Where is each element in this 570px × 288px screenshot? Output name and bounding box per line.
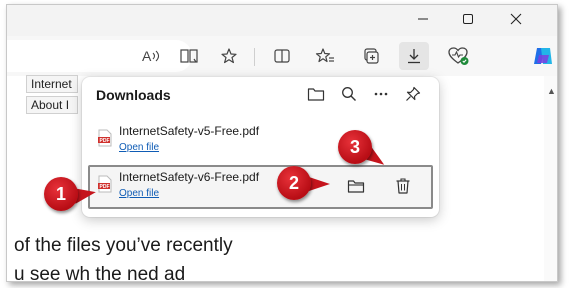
copilot-icon bbox=[531, 45, 555, 67]
downloads-title: Downloads bbox=[96, 87, 171, 103]
show-in-folder-button[interactable] bbox=[343, 175, 369, 201]
split-screen-button[interactable] bbox=[267, 42, 297, 70]
downloads-flyout: Downloads PDF InternetSafety-v5-Free.pdf… bbox=[82, 77, 439, 217]
add-favorite-button[interactable] bbox=[214, 42, 244, 70]
pdf-file-icon: PDF bbox=[98, 129, 112, 147]
split-screen-icon bbox=[273, 47, 291, 65]
close-button[interactable] bbox=[494, 6, 538, 32]
pdf-file-icon: PDF bbox=[98, 175, 112, 193]
download-filename: InternetSafety-v5-Free.pdf bbox=[119, 124, 260, 138]
callout-badge: 1 bbox=[44, 177, 78, 211]
copilot-button[interactable] bbox=[528, 42, 558, 70]
collections-icon bbox=[362, 47, 380, 65]
immersive-reader-button[interactable] bbox=[174, 42, 204, 70]
svg-text:PDF: PDF bbox=[100, 138, 110, 144]
collections-button[interactable] bbox=[356, 42, 386, 70]
folder-icon bbox=[347, 178, 365, 199]
open-file-link[interactable]: Open file bbox=[119, 188, 159, 199]
download-item[interactable]: PDF InternetSafety-v6-Free.pdf Open file bbox=[88, 165, 433, 209]
read-aloud-button[interactable]: A bbox=[136, 42, 166, 70]
minimize-button[interactable] bbox=[401, 6, 445, 32]
downloads-button[interactable] bbox=[399, 42, 429, 70]
page-body-text: u see wh the ned ad bbox=[14, 264, 186, 282]
favorites-button[interactable] bbox=[310, 42, 340, 70]
more-options-icon bbox=[373, 86, 389, 107]
callout-badge: 3 bbox=[338, 130, 372, 164]
search-icon bbox=[341, 86, 357, 107]
svg-text:A: A bbox=[142, 48, 152, 64]
close-icon bbox=[510, 13, 522, 25]
browser-essentials-button[interactable] bbox=[444, 42, 474, 70]
page-tab[interactable]: About I bbox=[26, 96, 78, 114]
scroll-up-arrow-icon[interactable]: ▲ bbox=[547, 86, 556, 96]
pin-icon bbox=[405, 86, 421, 107]
read-aloud-icon: A bbox=[141, 47, 161, 65]
title-bar bbox=[6, 4, 558, 34]
browser-essentials-icon bbox=[448, 46, 470, 66]
page-body-text: of the files you’ve recently bbox=[14, 235, 233, 256]
favorite-star-icon bbox=[220, 47, 238, 65]
folder-icon bbox=[307, 86, 325, 107]
browser-toolbar: A bbox=[6, 36, 558, 76]
delete-download-button[interactable] bbox=[390, 175, 416, 201]
trash-icon bbox=[395, 177, 411, 200]
maximize-icon bbox=[462, 13, 474, 25]
pin-downloads-button[interactable] bbox=[400, 83, 426, 109]
more-options-button[interactable] bbox=[368, 83, 394, 109]
minimize-icon bbox=[417, 13, 429, 25]
open-file-link[interactable]: Open file bbox=[119, 142, 159, 153]
svg-text:PDF: PDF bbox=[100, 184, 110, 190]
download-filename: InternetSafety-v6-Free.pdf bbox=[119, 170, 260, 184]
callout-badge: 2 bbox=[277, 166, 311, 200]
search-downloads-button[interactable] bbox=[336, 83, 362, 109]
immersive-reader-icon bbox=[179, 47, 199, 65]
toolbar-divider bbox=[254, 48, 255, 66]
screenshot-stage: A Internet About I of the files you’ve r… bbox=[0, 0, 570, 288]
downloads-icon bbox=[405, 47, 423, 65]
open-downloads-folder-button[interactable] bbox=[303, 83, 329, 109]
favorites-icon bbox=[315, 47, 335, 65]
page-scrollbar[interactable]: ▲ bbox=[544, 76, 558, 282]
browser-window: A Internet About I of the files you’ve r… bbox=[6, 4, 558, 282]
page-tab[interactable]: Internet bbox=[26, 75, 78, 93]
maximize-button[interactable] bbox=[446, 6, 490, 32]
